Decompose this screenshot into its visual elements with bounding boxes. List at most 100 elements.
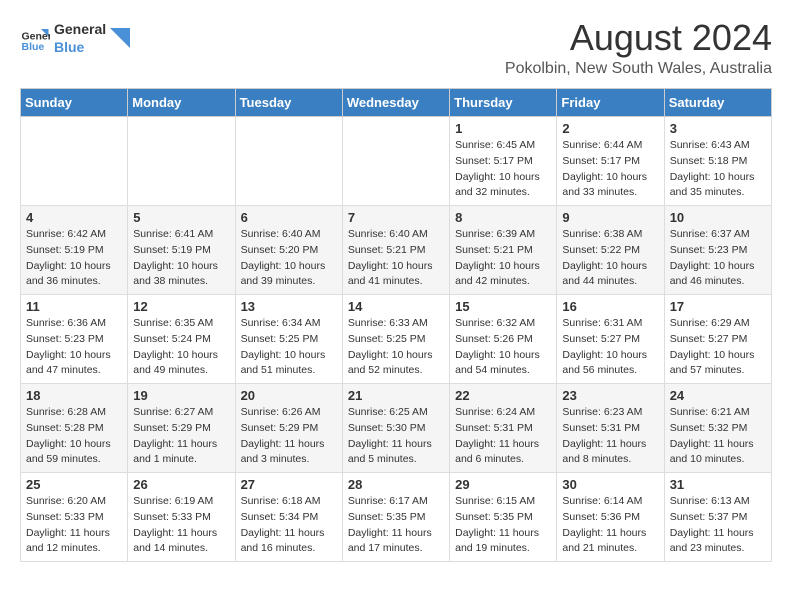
day-number: 2 [562,121,658,136]
day-info: Sunrise: 6:37 AM Sunset: 5:23 PM Dayligh… [670,227,766,290]
calendar-cell: 24 Sunrise: 6:21 AM Sunset: 5:32 PM Dayli… [664,384,771,473]
calendar-cell: 10 Sunrise: 6:37 AM Sunset: 5:23 PM Dayli… [664,206,771,295]
day-number: 6 [241,210,337,225]
day-info: Sunrise: 6:27 AM Sunset: 5:29 PM Dayligh… [133,405,229,468]
title-block: August 2024 Pokolbin, New South Wales, A… [505,20,772,78]
day-info: Sunrise: 6:28 AM Sunset: 5:28 PM Dayligh… [26,405,122,468]
day-info: Sunrise: 6:24 AM Sunset: 5:31 PM Dayligh… [455,405,551,468]
day-info: Sunrise: 6:40 AM Sunset: 5:21 PM Dayligh… [348,227,444,290]
logo: General Blue General Blue [20,20,130,56]
logo-text-general: General [54,20,106,38]
day-number: 16 [562,299,658,314]
calendar-header: SundayMondayTuesdayWednesdayThursdayFrid… [21,89,772,117]
page-title: August 2024 [505,20,772,56]
day-info: Sunrise: 6:33 AM Sunset: 5:25 PM Dayligh… [348,316,444,379]
day-number: 18 [26,388,122,403]
day-number: 7 [348,210,444,225]
day-number: 10 [670,210,766,225]
day-info: Sunrise: 6:45 AM Sunset: 5:17 PM Dayligh… [455,138,551,201]
day-info: Sunrise: 6:39 AM Sunset: 5:21 PM Dayligh… [455,227,551,290]
logo-icon: General Blue [20,23,50,53]
day-number: 14 [348,299,444,314]
day-header-row: SundayMondayTuesdayWednesdayThursdayFrid… [21,89,772,117]
calendar-cell: 30 Sunrise: 6:14 AM Sunset: 5:36 PM Dayli… [557,473,664,562]
day-info: Sunrise: 6:21 AM Sunset: 5:32 PM Dayligh… [670,405,766,468]
calendar-cell: 23 Sunrise: 6:23 AM Sunset: 5:31 PM Dayli… [557,384,664,473]
calendar-cell: 8Sunrise: 6:39 AM Sunset: 5:21 PM Daylig… [450,206,557,295]
day-info: Sunrise: 6:19 AM Sunset: 5:33 PM Dayligh… [133,494,229,557]
day-info: Sunrise: 6:41 AM Sunset: 5:19 PM Dayligh… [133,227,229,290]
logo-text-blue: Blue [54,38,106,56]
calendar-week-3: 11 Sunrise: 6:36 AM Sunset: 5:23 PM Dayli… [21,295,772,384]
day-header-tuesday: Tuesday [235,89,342,117]
calendar-cell [342,117,449,206]
calendar-cell [128,117,235,206]
day-number: 27 [241,477,337,492]
day-info: Sunrise: 6:31 AM Sunset: 5:27 PM Dayligh… [562,316,658,379]
day-info: Sunrise: 6:25 AM Sunset: 5:30 PM Dayligh… [348,405,444,468]
calendar-week-2: 4Sunrise: 6:42 AM Sunset: 5:19 PM Daylig… [21,206,772,295]
calendar-body: 1 Sunrise: 6:45 AM Sunset: 5:17 PM Daylig… [21,117,772,562]
day-number: 30 [562,477,658,492]
calendar-table: SundayMondayTuesdayWednesdayThursdayFrid… [20,88,772,562]
day-number: 29 [455,477,551,492]
calendar-cell: 27 Sunrise: 6:18 AM Sunset: 5:34 PM Dayli… [235,473,342,562]
day-header-wednesday: Wednesday [342,89,449,117]
calendar-cell [235,117,342,206]
day-info: Sunrise: 6:15 AM Sunset: 5:35 PM Dayligh… [455,494,551,557]
calendar-cell: 9Sunrise: 6:38 AM Sunset: 5:22 PM Daylig… [557,206,664,295]
day-number: 22 [455,388,551,403]
day-info: Sunrise: 6:36 AM Sunset: 5:23 PM Dayligh… [26,316,122,379]
calendar-cell: 16 Sunrise: 6:31 AM Sunset: 5:27 PM Dayli… [557,295,664,384]
day-number: 17 [670,299,766,314]
day-info: Sunrise: 6:35 AM Sunset: 5:24 PM Dayligh… [133,316,229,379]
day-number: 21 [348,388,444,403]
calendar-cell: 4Sunrise: 6:42 AM Sunset: 5:19 PM Daylig… [21,206,128,295]
day-number: 3 [670,121,766,136]
day-number: 28 [348,477,444,492]
calendar-cell: 2Sunrise: 6:44 AM Sunset: 5:17 PM Daylig… [557,117,664,206]
day-number: 12 [133,299,229,314]
day-number: 11 [26,299,122,314]
calendar-cell: 21 Sunrise: 6:25 AM Sunset: 5:30 PM Dayli… [342,384,449,473]
logo-arrow-icon [110,28,130,48]
day-info: Sunrise: 6:14 AM Sunset: 5:36 PM Dayligh… [562,494,658,557]
calendar-cell: 1 Sunrise: 6:45 AM Sunset: 5:17 PM Daylig… [450,117,557,206]
day-header-friday: Friday [557,89,664,117]
day-info: Sunrise: 6:42 AM Sunset: 5:19 PM Dayligh… [26,227,122,290]
calendar-cell: 3Sunrise: 6:43 AM Sunset: 5:18 PM Daylig… [664,117,771,206]
day-header-monday: Monday [128,89,235,117]
calendar-cell: 29 Sunrise: 6:15 AM Sunset: 5:35 PM Dayli… [450,473,557,562]
calendar-week-5: 25Sunrise: 6:20 AM Sunset: 5:33 PM Dayli… [21,473,772,562]
day-header-thursday: Thursday [450,89,557,117]
day-info: Sunrise: 6:32 AM Sunset: 5:26 PM Dayligh… [455,316,551,379]
calendar-cell: 20Sunrise: 6:26 AM Sunset: 5:29 PM Dayli… [235,384,342,473]
calendar-cell: 17Sunrise: 6:29 AM Sunset: 5:27 PM Dayli… [664,295,771,384]
day-info: Sunrise: 6:17 AM Sunset: 5:35 PM Dayligh… [348,494,444,557]
day-info: Sunrise: 6:13 AM Sunset: 5:37 PM Dayligh… [670,494,766,557]
calendar-cell: 7 Sunrise: 6:40 AM Sunset: 5:21 PM Daylig… [342,206,449,295]
calendar-cell: 31Sunrise: 6:13 AM Sunset: 5:37 PM Dayli… [664,473,771,562]
page-subtitle: Pokolbin, New South Wales, Australia [505,60,772,78]
day-number: 20 [241,388,337,403]
day-info: Sunrise: 6:23 AM Sunset: 5:31 PM Dayligh… [562,405,658,468]
day-number: 1 [455,121,551,136]
calendar-cell: 22 Sunrise: 6:24 AM Sunset: 5:31 PM Dayli… [450,384,557,473]
day-info: Sunrise: 6:18 AM Sunset: 5:34 PM Dayligh… [241,494,337,557]
day-number: 15 [455,299,551,314]
calendar-week-4: 18 Sunrise: 6:28 AM Sunset: 5:28 PM Dayli… [21,384,772,473]
day-number: 24 [670,388,766,403]
calendar-cell: 26Sunrise: 6:19 AM Sunset: 5:33 PM Dayli… [128,473,235,562]
day-header-saturday: Saturday [664,89,771,117]
calendar-cell: 14 Sunrise: 6:33 AM Sunset: 5:25 PM Dayli… [342,295,449,384]
day-number: 5 [133,210,229,225]
calendar-week-1: 1 Sunrise: 6:45 AM Sunset: 5:17 PM Daylig… [21,117,772,206]
calendar-cell: 11 Sunrise: 6:36 AM Sunset: 5:23 PM Dayli… [21,295,128,384]
day-number: 23 [562,388,658,403]
page-header: General Blue General Blue August 2024 Po… [20,20,772,78]
day-info: Sunrise: 6:40 AM Sunset: 5:20 PM Dayligh… [241,227,337,290]
svg-text:Blue: Blue [22,41,45,53]
day-header-sunday: Sunday [21,89,128,117]
day-number: 19 [133,388,229,403]
calendar-cell: 5 Sunrise: 6:41 AM Sunset: 5:19 PM Daylig… [128,206,235,295]
